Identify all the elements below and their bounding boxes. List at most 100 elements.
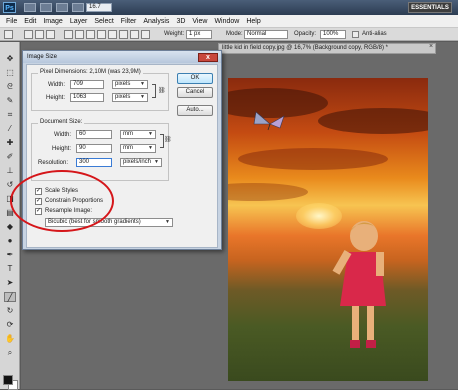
healing-brush-tool-icon[interactable]: ✚ <box>4 138 16 148</box>
doc-height-unit: mm <box>123 145 133 151</box>
clone-stamp-tool-icon[interactable]: ⊥ <box>4 166 16 176</box>
workspace-switcher[interactable]: ESSENTIALS <box>408 2 452 13</box>
chevron-down-icon: ▼ <box>165 219 170 225</box>
line-shape-button[interactable] <box>130 30 139 39</box>
path-select-tool-icon[interactable]: ➤ <box>4 278 16 288</box>
zoom-tool-icon[interactable]: ⌕ <box>4 348 16 358</box>
pixel-width-unit: pixels <box>115 81 131 87</box>
menu-window[interactable]: Window <box>214 18 239 25</box>
opacity-input[interactable]: 100% <box>320 30 346 39</box>
link-bracket <box>152 84 156 98</box>
menu-view[interactable]: View <box>192 18 207 25</box>
chain-link-icon: ⛓ <box>158 88 166 94</box>
girl-figure-illustration <box>332 221 386 348</box>
chevron-down-icon: ▼ <box>154 159 159 165</box>
doc-width-label: Width: <box>54 132 72 138</box>
3d-rotate-tool-icon[interactable]: ↻ <box>4 306 16 316</box>
pen-tool-icon[interactable]: ✒ <box>4 250 16 260</box>
document-close-icon[interactable]: × <box>429 43 433 50</box>
rectangle-shape-button[interactable] <box>86 30 95 39</box>
resample-method-select[interactable]: Bicubic (best for smooth gradients) ▼ <box>45 218 173 227</box>
pixel-height-input[interactable]: 1063 <box>70 93 104 102</box>
paths-button[interactable] <box>35 30 44 39</box>
weight-input[interactable]: 1 px <box>186 30 212 39</box>
custom-shape-button[interactable] <box>141 30 150 39</box>
cloud-shape <box>238 148 388 170</box>
marquee-tool-icon[interactable]: ⬚ <box>4 68 16 78</box>
pixel-width-input[interactable]: 709 <box>70 80 104 89</box>
resample-method-value: Bicubic (best for smooth gradients) <box>48 219 141 225</box>
line-tool-icon[interactable]: ╱ <box>4 292 16 302</box>
resample-image-checkbox[interactable]: ✓ <box>35 208 42 215</box>
document-tab[interactable]: little kid in field copy.jpg @ 16,7% (Ba… <box>218 43 436 54</box>
menu-help[interactable]: Help <box>246 18 260 25</box>
pixel-height-unit-select[interactable]: pixels ▼ <box>112 93 148 102</box>
lasso-tool-icon[interactable]: ᘓ <box>4 82 16 92</box>
bridge-icon[interactable] <box>24 3 36 12</box>
ellipse-shape-button[interactable] <box>108 30 117 39</box>
gradient-tool-icon[interactable]: ▤ <box>4 208 16 218</box>
rounded-rectangle-button[interactable] <box>97 30 106 39</box>
menu-analysis[interactable]: Analysis <box>143 18 169 25</box>
weight-label: Weight: <box>164 31 185 37</box>
menu-3d[interactable]: 3D <box>176 18 185 25</box>
doc-width-input[interactable]: 60 <box>76 130 112 139</box>
antialias-label: Anti-alias <box>362 31 387 37</box>
constrain-proportions-checkbox[interactable]: ✓ <box>35 198 42 205</box>
scale-styles-checkbox[interactable]: ✓ <box>35 188 42 195</box>
crop-tool-icon[interactable]: ⌗ <box>4 110 16 120</box>
eyedropper-tool-icon[interactable]: ⁄ <box>4 124 16 134</box>
type-tool-icon[interactable]: T <box>4 264 16 274</box>
dodge-tool-icon[interactable]: ● <box>4 236 16 246</box>
doc-width-unit: mm <box>123 131 133 137</box>
opacity-label: Opacity: <box>294 31 317 37</box>
freeform-pen-button[interactable] <box>75 30 84 39</box>
menu-layer[interactable]: Layer <box>70 18 88 25</box>
cancel-button[interactable]: Cancel <box>177 87 213 98</box>
pixel-width-unit-select[interactable]: pixels ▼ <box>112 80 148 89</box>
menu-select[interactable]: Select <box>94 18 113 25</box>
resolution-input[interactable]: 300 <box>76 158 112 167</box>
3d-orbit-tool-icon[interactable]: ⟳ <box>4 320 16 330</box>
cloud-shape <box>228 183 308 201</box>
app-titlebar: Ps 16.7 ESSENTIALS <box>0 0 458 15</box>
move-tool-icon[interactable]: ✥ <box>4 54 16 64</box>
history-brush-tool-icon[interactable]: ↺ <box>4 180 16 190</box>
quick-select-tool-icon[interactable]: ✎ <box>4 96 16 106</box>
chevron-down-icon: ▼ <box>140 81 145 87</box>
foreground-color-swatch[interactable] <box>3 375 13 385</box>
view-extras-icon[interactable] <box>56 3 68 12</box>
menu-filter[interactable]: Filter <box>121 18 137 25</box>
polygon-shape-button[interactable] <box>119 30 128 39</box>
pen-tool-button[interactable] <box>64 30 73 39</box>
mini-bridge-icon[interactable] <box>40 3 52 12</box>
blur-tool-icon[interactable]: ◆ <box>4 222 16 232</box>
shape-layers-button[interactable] <box>24 30 33 39</box>
brush-tool-icon[interactable]: ✐ <box>4 152 16 162</box>
pixel-height-label: Height: <box>46 95 66 101</box>
butterfly-illustration <box>253 111 285 131</box>
zoom-level-field[interactable]: 16.7 <box>86 3 112 12</box>
resolution-unit-select[interactable]: pixels/inch ▼ <box>120 158 162 167</box>
tool-preset-picker[interactable] <box>4 30 13 39</box>
menu-edit[interactable]: Edit <box>24 18 36 25</box>
ok-button[interactable]: OK <box>177 73 213 84</box>
doc-height-unit-select[interactable]: mm ▼ <box>120 144 156 153</box>
antialias-checkbox[interactable] <box>352 31 359 38</box>
document-canvas-photo[interactable] <box>228 78 428 381</box>
arrange-documents-icon[interactable] <box>72 3 84 12</box>
menu-image[interactable]: Image <box>43 18 62 25</box>
hand-tool-icon[interactable]: ✋ <box>4 334 16 344</box>
doc-height-input[interactable]: 90 <box>76 144 112 153</box>
doc-width-unit-select[interactable]: mm ▼ <box>120 130 156 139</box>
auto-button[interactable]: Auto... <box>177 105 213 116</box>
eraser-tool-icon[interactable]: ◨ <box>4 194 16 204</box>
dialog-close-button[interactable]: x <box>198 53 218 62</box>
mode-select[interactable]: Normal <box>244 30 288 39</box>
cloud-shape <box>318 108 428 134</box>
options-bar: Weight: 1 px Mode: Normal Opacity: 100% … <box>0 28 458 41</box>
resample-image-label: Resample Image: <box>45 208 93 214</box>
chevron-down-icon: ▼ <box>148 131 153 137</box>
menu-file[interactable]: File <box>6 18 17 25</box>
fill-pixels-button[interactable] <box>46 30 55 39</box>
